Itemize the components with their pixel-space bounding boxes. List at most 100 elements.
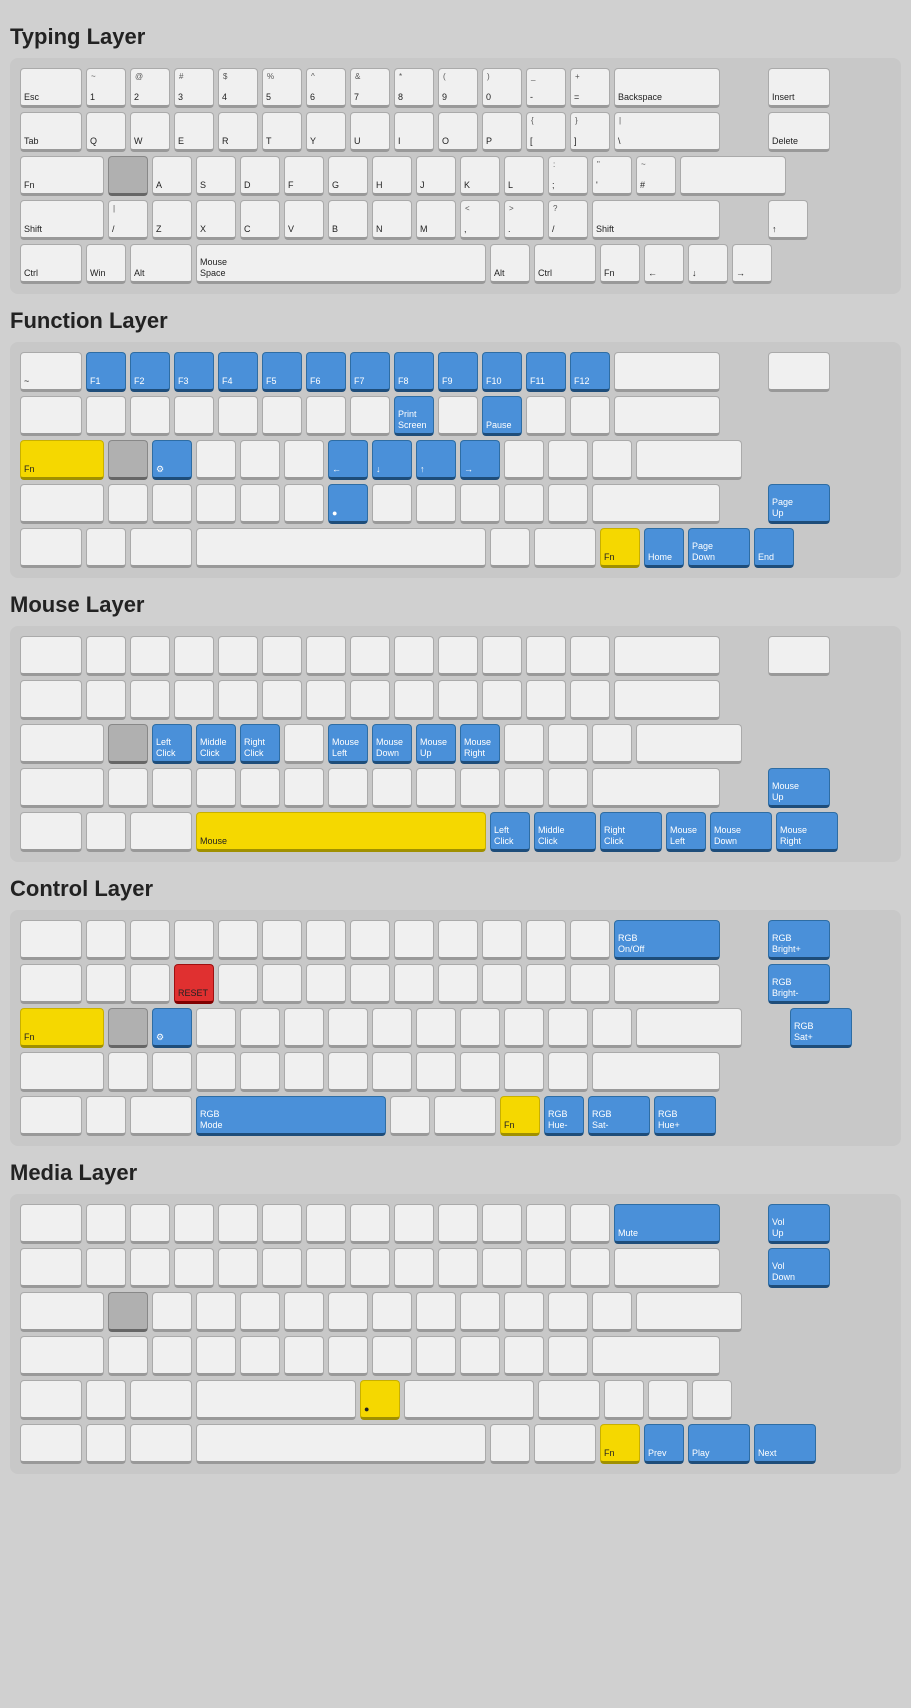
- ml-mouseleft2: MouseLeft: [666, 812, 706, 852]
- cl-blank25: [570, 964, 610, 1004]
- cl-blank7: [306, 920, 346, 960]
- key-shift-l: Shift: [20, 200, 104, 240]
- cl-blank20: [350, 964, 390, 1004]
- fn-blank9: [306, 396, 346, 436]
- key-left: ←: [644, 244, 684, 284]
- key-tilde2: ~#: [636, 156, 676, 196]
- key-lbracket: {[: [526, 112, 566, 152]
- med-blank15: [86, 1248, 126, 1288]
- fn-blank32: [548, 484, 588, 524]
- key-minus: _-: [526, 68, 566, 108]
- ml-middleclick2: MiddleClick: [534, 812, 596, 852]
- key-l: L: [504, 156, 544, 196]
- fn-f9: F9: [438, 352, 478, 392]
- fn-blank12: [526, 396, 566, 436]
- cl-fn2: Fn: [500, 1096, 540, 1136]
- key-alt-r: Alt: [490, 244, 530, 284]
- keyboard-typing: Esc ~1 @2 #3 $4 %5 ^6 &7 *8 (9 )0 _- += …: [10, 58, 901, 294]
- cl-blank43: [284, 1052, 324, 1092]
- ml-mousedown: MouseDown: [372, 724, 412, 764]
- ml-blank44: [460, 768, 500, 808]
- cl-blank37: [636, 1008, 742, 1048]
- fn-fn2: Fn: [600, 528, 640, 568]
- fn-blank26: [240, 484, 280, 524]
- fn-blank34: [20, 528, 82, 568]
- keyboard-mouse: LeftClick MiddleClick RightClick MouseLe…: [10, 626, 901, 862]
- key-question: ?/: [548, 200, 588, 240]
- cl-blank42: [240, 1052, 280, 1092]
- ml-blank13: [570, 636, 610, 676]
- med-blank14: [20, 1248, 82, 1288]
- fn-f7: F7: [350, 352, 390, 392]
- fn-gear: ⚙: [152, 440, 192, 480]
- key-y: Y: [306, 112, 346, 152]
- key-bar: |/: [108, 200, 148, 240]
- key-up: ↑: [768, 200, 808, 240]
- med-blank50: [504, 1336, 544, 1376]
- med-blank42: [152, 1336, 192, 1376]
- key-right: →: [732, 244, 772, 284]
- med-blank13: [570, 1204, 610, 1244]
- key-at: @2: [130, 68, 170, 108]
- fn-f12: F12: [570, 352, 610, 392]
- key-fn-r: Fn: [600, 244, 640, 284]
- fn-blank8: [262, 396, 302, 436]
- med-blank5: [218, 1204, 258, 1244]
- key-b: B: [328, 200, 368, 240]
- fn-blank37: [490, 528, 530, 568]
- ml-blank19: [174, 680, 214, 720]
- fn-blank20: [592, 440, 632, 480]
- key-hash: #3: [174, 68, 214, 108]
- med-blank55: [130, 1380, 192, 1420]
- ml-blank22: [306, 680, 346, 720]
- ml-mouse-space: Mouse: [196, 812, 486, 852]
- ml-blank7: [306, 636, 346, 676]
- med-blank66: [534, 1424, 596, 1464]
- med-blank35: [460, 1292, 500, 1332]
- fn-blank22: [20, 484, 104, 524]
- keyboard-media: Mute VolUp VolDown: [10, 1194, 901, 1474]
- key-alt-l: Alt: [130, 244, 192, 284]
- ml-blank30: [284, 724, 324, 764]
- cl-blank10: [438, 920, 478, 960]
- med-blank39: [636, 1292, 742, 1332]
- key-mouse-space: MouseSpace: [196, 244, 486, 284]
- med-blank30: [240, 1292, 280, 1332]
- ml-blank38: [196, 768, 236, 808]
- key-v: V: [284, 200, 324, 240]
- fn-f5: F5: [262, 352, 302, 392]
- fn-space: [196, 528, 486, 568]
- key-ctrl-r: Ctrl: [534, 244, 596, 284]
- fn-up: ↑: [416, 440, 456, 480]
- cl-fn: Fn: [20, 1008, 104, 1048]
- med-blank64: [130, 1424, 192, 1464]
- ml-blank35: [20, 768, 104, 808]
- cl-blank52: [86, 1096, 126, 1136]
- cl-blank8: [350, 920, 390, 960]
- cl-blank26: [614, 964, 720, 1004]
- med-blank25: [526, 1248, 566, 1288]
- med-blank53: [20, 1380, 82, 1420]
- ml-blank24: [394, 680, 434, 720]
- ml-blank26: [482, 680, 522, 720]
- fn-blank29: [416, 484, 456, 524]
- med-blank51: [548, 1336, 588, 1376]
- cl-blank9: [394, 920, 434, 960]
- key-w: W: [130, 112, 170, 152]
- ml-blank21: [262, 680, 302, 720]
- key-down: ↓: [688, 244, 728, 284]
- cl-blank5: [218, 920, 258, 960]
- key-star: *8: [394, 68, 434, 108]
- fn-fn: Fn: [20, 440, 104, 480]
- ml-blank11: [482, 636, 522, 676]
- fn-blank36: [130, 528, 192, 568]
- fn-f11: F11: [526, 352, 566, 392]
- key-rparen: )0: [482, 68, 522, 108]
- ml-blank4: [174, 636, 214, 676]
- key-delete: Delete: [768, 112, 830, 152]
- cl-blank13: [570, 920, 610, 960]
- ml-blank14: [614, 636, 720, 676]
- cl-blank30: [328, 1008, 368, 1048]
- ml-blank15: [768, 636, 830, 676]
- fn-blank11: [438, 396, 478, 436]
